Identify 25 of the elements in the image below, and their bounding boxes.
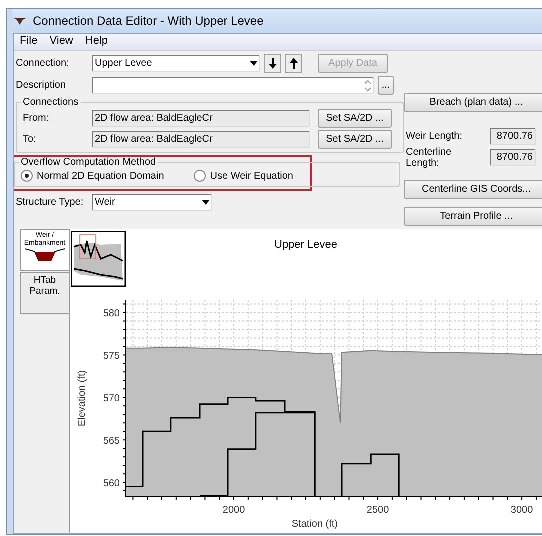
chart-title: Upper Levee: [274, 239, 338, 251]
connection-label: Connection:: [16, 58, 70, 69]
y-tick-label: 560: [103, 478, 120, 490]
area-field: 2D flow area: BaldEagleCr: [92, 110, 310, 127]
length-label: Weir Length:: [406, 131, 464, 142]
window-title: Connection Data Editor - With Upper Levee: [33, 14, 264, 28]
group-title: Overflow Computation Method: [20, 157, 158, 168]
connection-row-label: From:: [23, 113, 50, 124]
x-axis-title: Station (ft): [292, 519, 338, 530]
y-tick-label: 565: [103, 436, 120, 448]
length-label: Centerline Length:: [406, 146, 453, 168]
y-tick-label: 570: [103, 394, 120, 405]
y-axis-title: Elevation (ft): [77, 370, 88, 427]
x-tick-label: 3000: [510, 505, 534, 516]
y-tick-label: 575: [103, 351, 120, 362]
y-tick-label: 580: [103, 308, 120, 320]
structure-type-label: Structure Type:: [16, 196, 85, 208]
group-title: Connections: [22, 97, 80, 108]
x-tick-label: 2000: [222, 505, 246, 516]
length-field: 8700.76: [490, 149, 536, 166]
x-tick-label: 2500: [366, 505, 390, 516]
area-field: 2D flow area: BaldEagleCr: [92, 131, 310, 148]
description-label: Description: [16, 80, 68, 91]
connection-row-label: To:: [23, 134, 38, 145]
length-field: 8700.76: [490, 128, 536, 145]
